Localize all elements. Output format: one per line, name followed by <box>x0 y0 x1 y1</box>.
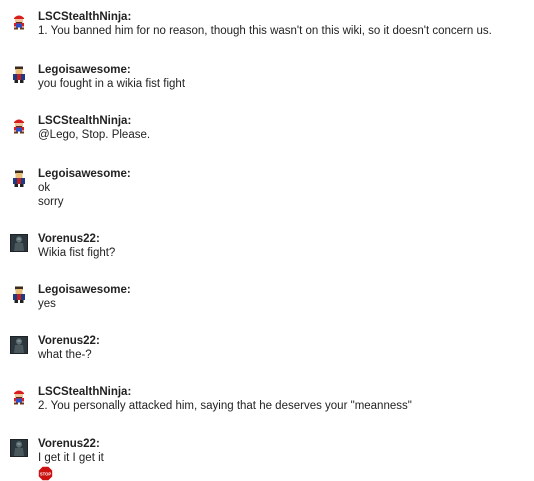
message-text: 1. You banned him for no reason, though … <box>38 25 492 37</box>
message-text: ok <box>38 182 51 194</box>
mario-avatar-icon[interactable] <box>10 387 28 405</box>
message-text: you fought in a wikia fist fight <box>38 78 186 90</box>
message-text: Wikia fist fight? <box>38 247 116 259</box>
username[interactable]: Vorenus22: <box>38 334 530 348</box>
stop-sign-emote-icon: STOP <box>38 466 53 481</box>
lego-character-avatar-icon[interactable] <box>10 169 28 187</box>
message-text: yes <box>38 298 56 310</box>
username[interactable]: Vorenus22: <box>38 232 530 246</box>
username[interactable]: Legoisawesome: <box>38 283 530 297</box>
stop-sign-text: STOP <box>40 471 52 476</box>
mario-avatar-icon[interactable] <box>10 12 28 30</box>
message-text: @Lego, Stop. Please. <box>38 129 151 141</box>
username[interactable]: Legoisawesome: <box>38 167 530 181</box>
username[interactable]: Vorenus22: <box>38 437 530 451</box>
username[interactable]: LSCStealthNinja: <box>38 114 530 128</box>
lego-character-avatar-icon[interactable] <box>10 65 28 83</box>
message-text: what the-? <box>38 349 92 361</box>
message-text: 2. You personally attacked him, saying t… <box>38 400 412 412</box>
lego-character-avatar-icon[interactable] <box>10 285 28 303</box>
message-text: I get it I get it <box>38 452 104 464</box>
dark-warrior-avatar-icon[interactable] <box>10 336 28 354</box>
mario-avatar-icon[interactable] <box>10 116 28 134</box>
message-text: sorry <box>38 196 64 208</box>
username[interactable]: LSCStealthNinja: <box>38 385 530 399</box>
username[interactable]: Legoisawesome: <box>38 63 530 77</box>
dark-warrior-avatar-icon[interactable] <box>10 439 28 457</box>
dark-warrior-avatar-icon[interactable] <box>10 234 28 252</box>
username[interactable]: LSCStealthNinja: <box>38 10 530 24</box>
